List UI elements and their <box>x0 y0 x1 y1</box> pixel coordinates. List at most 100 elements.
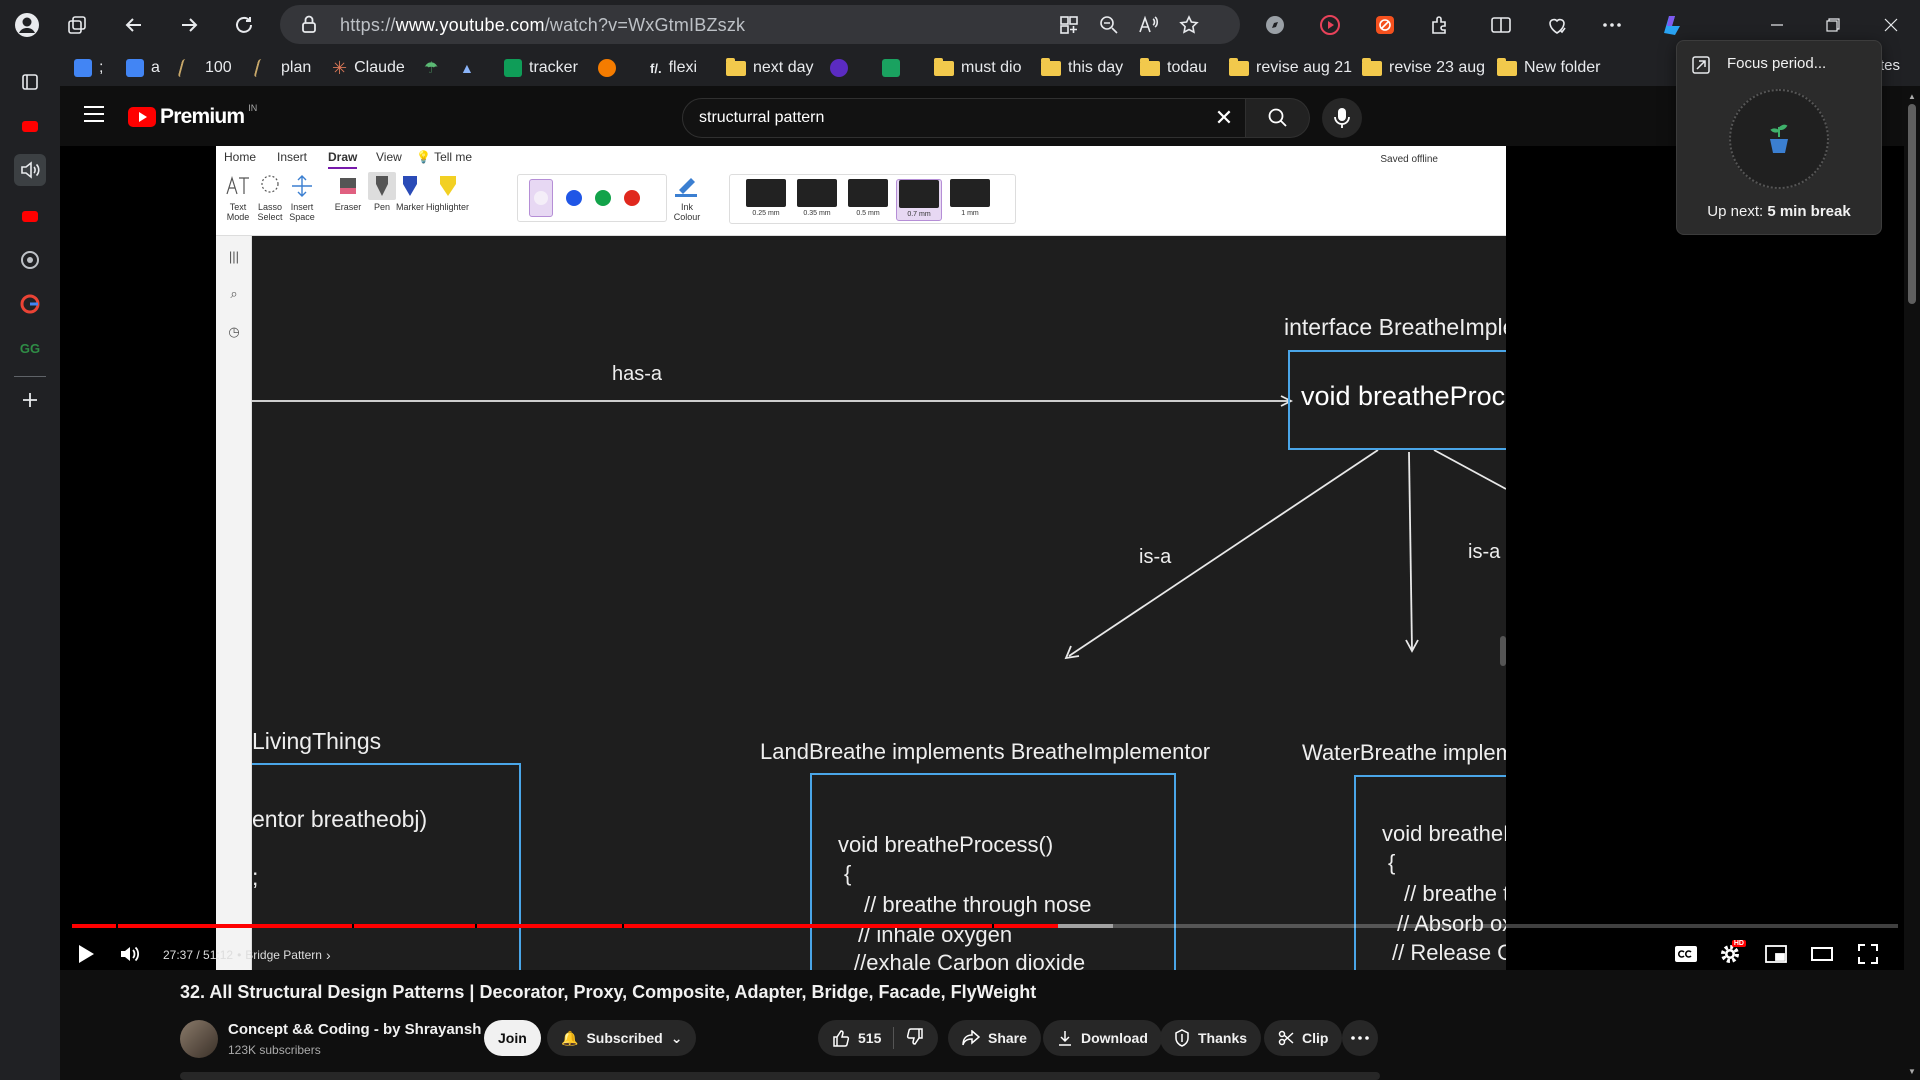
download-button[interactable]: Download <box>1043 1020 1162 1056</box>
copilot-icon[interactable] <box>1655 8 1689 42</box>
fullscreen-button[interactable] <box>1850 936 1886 972</box>
menu-hamburger-icon[interactable] <box>84 106 104 122</box>
more-actions-button[interactable] <box>1342 1020 1378 1056</box>
ink-colour-icon <box>673 172 701 200</box>
tell-me-label: Tell me <box>434 150 473 164</box>
water-breathe-title: WaterBreathe implements BreatheImplemer <box>1302 740 1506 765</box>
page-scrollbar[interactable]: ▲ ▼ <box>1904 86 1920 1080</box>
tool-label: Eraser <box>334 202 362 212</box>
settings-button[interactable]: HD <box>1712 936 1748 972</box>
highlighter-tool: Highlighter <box>426 172 469 212</box>
chapter-marker <box>622 924 624 928</box>
focus-session-popup[interactable]: Focus period... Up next: 5 min break <box>1676 40 1882 235</box>
back-arrow-icon[interactable] <box>117 8 151 42</box>
clear-search-icon[interactable]: ✕ <box>1209 103 1239 133</box>
thanks-button[interactable]: Thanks <box>1160 1020 1262 1056</box>
bookmark-folder-revise-aug-21[interactable]: revise aug 21 <box>1229 56 1352 80</box>
search-input[interactable]: structurral pattern ✕ <box>682 98 1246 138</box>
hd-badge: HD <box>1731 940 1746 947</box>
split-screen-icon[interactable] <box>1484 8 1518 42</box>
browser-essentials-icon[interactable] <box>1540 8 1574 42</box>
bookmark-folder-must-dio[interactable]: must dio <box>934 56 1021 80</box>
bookmark-leaf[interactable]: ☂ <box>424 56 438 80</box>
bookmark-green[interactable] <box>882 56 900 80</box>
region-code: IN <box>248 103 258 113</box>
tab-actions-icon[interactable] <box>14 66 46 98</box>
bookmark-flexi[interactable]: f/. flexi <box>650 56 697 80</box>
favorite-star-icon[interactable] <box>1176 12 1202 38</box>
app-available-icon[interactable] <box>1056 12 1082 38</box>
add-tab-icon[interactable] <box>14 384 46 416</box>
bookmark-purple[interactable] <box>830 56 848 80</box>
audio-playing-icon[interactable] <box>14 154 46 186</box>
bookmark-folder-revise-23-aug[interactable]: revise 23 aug <box>1362 56 1485 80</box>
mute-button[interactable] <box>112 936 148 972</box>
address-bar[interactable]: https://www.youtube.com/watch?v=WxGtmIBZ… <box>280 5 1240 44</box>
theater-mode-button[interactable] <box>1804 936 1840 972</box>
lasso-icon <box>256 172 284 200</box>
youtube-tab-icon-2[interactable] <box>14 200 46 232</box>
bookmark-docs-semicolon[interactable]: ; <box>74 56 103 80</box>
read-aloud-icon[interactable] <box>1136 12 1162 38</box>
canvas-scrollbar[interactable] <box>1500 636 1506 666</box>
text-mode-icon <box>224 172 252 200</box>
chapter-title[interactable]: Bridge Pattern <box>245 948 322 962</box>
living-things-box <box>252 763 521 970</box>
bookmark-tracker[interactable]: tracker <box>504 56 578 80</box>
bookmark-docs-a[interactable]: a <box>126 56 160 80</box>
bookmark-folder-new-folder[interactable]: New folder <box>1497 56 1600 80</box>
more-options-icon[interactable] <box>1595 8 1629 42</box>
search-query[interactable]: structurral pattern <box>699 109 824 127</box>
focus-expand-icon[interactable] <box>1691 55 1711 80</box>
refresh-icon[interactable] <box>227 8 261 42</box>
restore-icon[interactable] <box>1818 10 1848 40</box>
bookmarks-overflow-text[interactable]: tes <box>1880 57 1900 74</box>
folder-icon <box>1229 57 1249 76</box>
extension-block-icon[interactable] <box>1368 8 1402 42</box>
bookmark-folder-this-day[interactable]: this day <box>1041 56 1123 80</box>
bookmark-orange[interactable] <box>598 56 616 80</box>
bookmark-folder-next-day[interactable]: next day <box>726 56 813 80</box>
bookmark-plan[interactable]: plan <box>253 56 311 80</box>
channel-name[interactable]: Concept && Coding - by Shrayansh <box>228 1021 481 1038</box>
bookmark-claude[interactable]: ✳ Claude <box>332 56 405 80</box>
youtube-premium-logo[interactable]: Premium IN <box>128 103 258 129</box>
search-button[interactable] <box>1246 98 1310 138</box>
channel-avatar[interactable] <box>180 1020 218 1058</box>
youtube-tab-icon[interactable] <box>14 110 46 142</box>
extension-compass-icon[interactable] <box>1258 8 1292 42</box>
join-button[interactable]: Join <box>484 1020 541 1056</box>
bookmark-100[interactable]: 100 <box>177 56 232 80</box>
scroll-up-icon[interactable]: ▲ <box>1908 92 1916 101</box>
subtitles-button[interactable] <box>1668 936 1704 972</box>
extensions-puzzle-icon[interactable] <box>1423 8 1457 42</box>
play-button[interactable] <box>68 936 104 972</box>
bookmark-mountain[interactable]: ▲ <box>460 56 474 80</box>
zoom-out-icon[interactable] <box>1096 12 1122 38</box>
close-window-icon[interactable] <box>1876 10 1906 40</box>
extension-record-icon[interactable] <box>1313 8 1347 42</box>
bookmark-folder-todau[interactable]: todau <box>1140 56 1207 80</box>
gfg-tab-icon[interactable]: GG <box>14 332 46 364</box>
forward-arrow-icon[interactable] <box>172 8 206 42</box>
video-player[interactable]: Home Insert Draw View 💡 Tell me Text Mod… <box>60 146 1910 970</box>
dislike-button[interactable] <box>906 1027 924 1049</box>
onenote-ribbon: Home Insert Draw View 💡 Tell me Text Mod… <box>216 146 1506 236</box>
workspaces-icon[interactable] <box>60 8 94 42</box>
profile-avatar-icon[interactable] <box>10 8 44 42</box>
miniplayer-button[interactable] <box>1758 936 1794 972</box>
lock-icon[interactable] <box>300 14 318 39</box>
chatgpt-tab-icon[interactable] <box>14 244 46 276</box>
clip-button[interactable]: Clip <box>1264 1020 1343 1056</box>
voice-search-button[interactable] <box>1322 98 1362 138</box>
sheets-icon <box>504 59 522 77</box>
minimize-icon[interactable] <box>1762 10 1792 40</box>
video-progress-bar[interactable] <box>72 924 1898 928</box>
like-button[interactable]: 515 <box>832 1029 881 1047</box>
google-tab-icon[interactable] <box>14 288 46 320</box>
bookmark-label: ; <box>99 59 104 76</box>
scrollbar-thumb[interactable] <box>1908 104 1916 304</box>
scroll-down-icon[interactable]: ▼ <box>1908 1067 1916 1076</box>
share-button[interactable]: Share <box>948 1020 1041 1056</box>
subscribed-button[interactable]: 🔔 Subscribed ⌄ <box>547 1020 697 1056</box>
